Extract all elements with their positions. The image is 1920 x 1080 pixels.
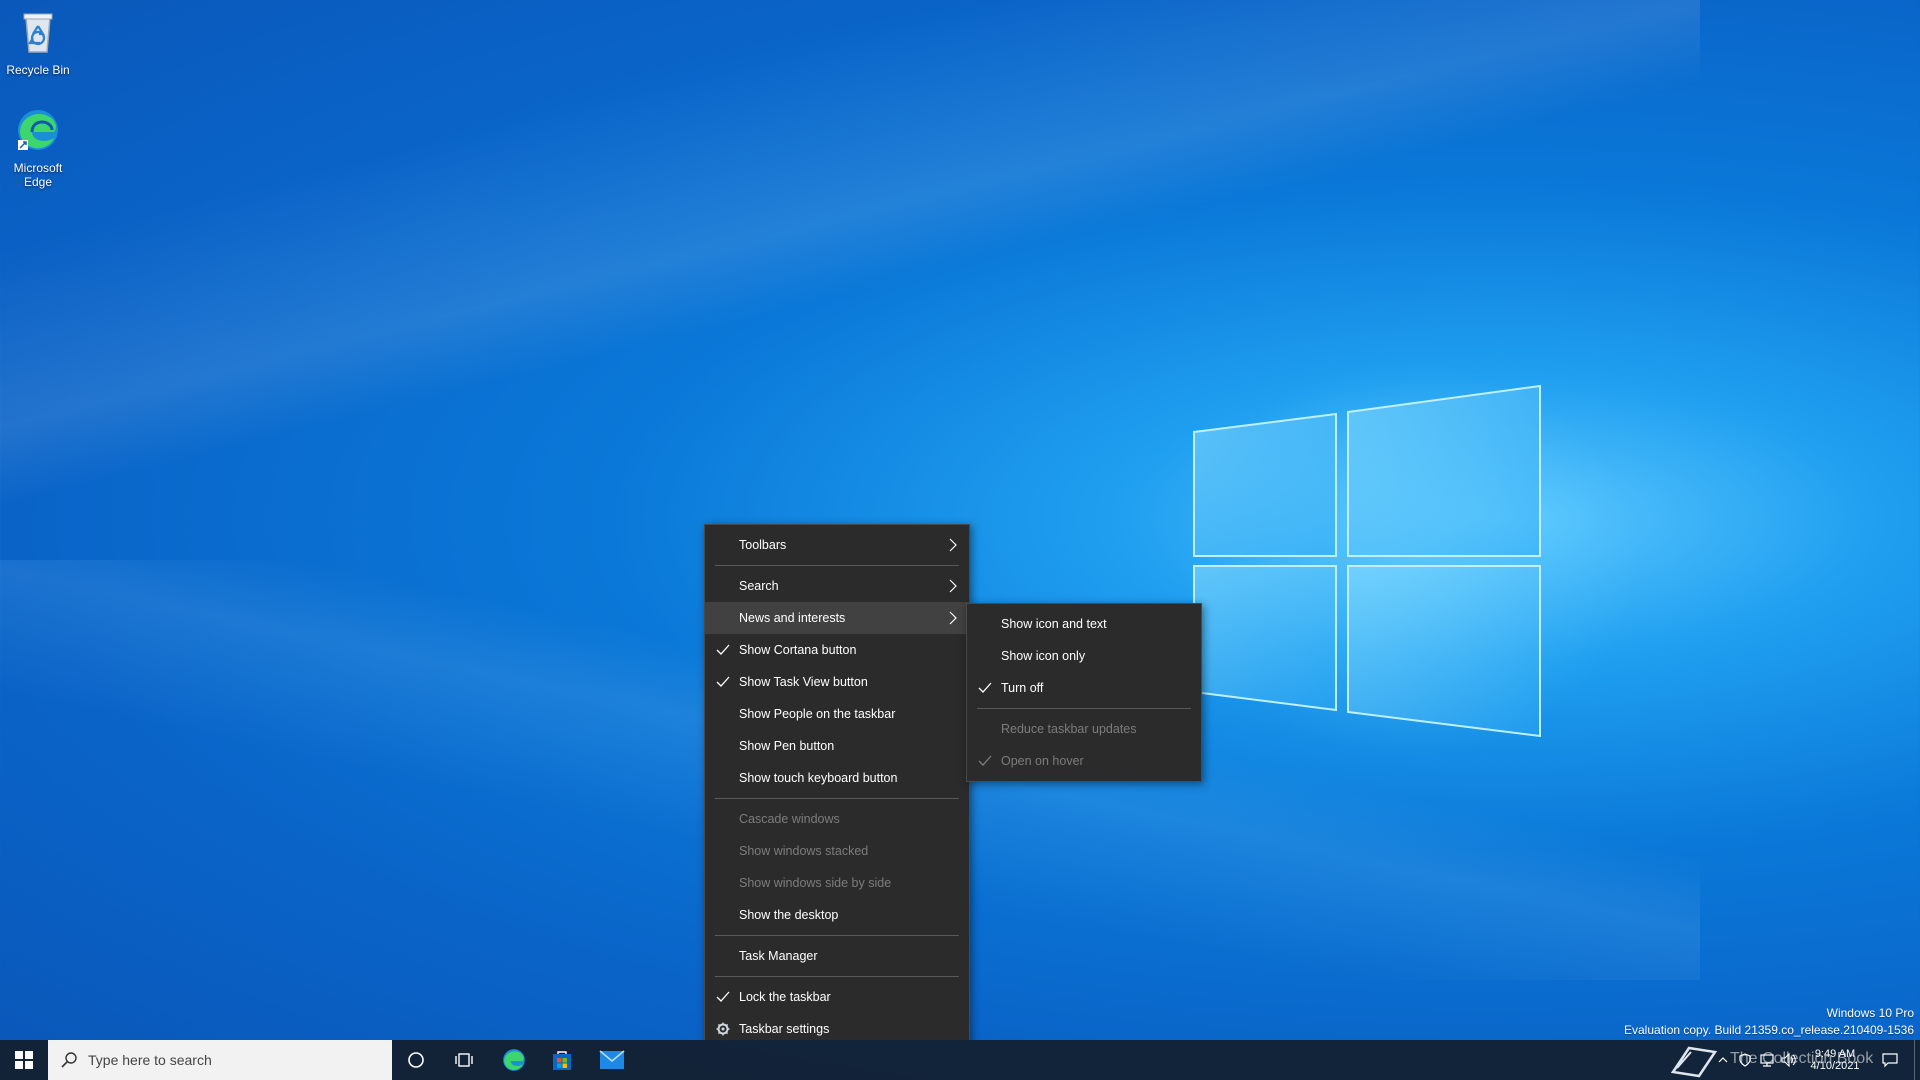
menu-item-cascade-windows: Cascade windows (705, 803, 969, 835)
checkmark-icon (978, 755, 992, 766)
start-button[interactable] (0, 1040, 48, 1080)
mail-icon (599, 1050, 625, 1069)
menu-item-label: Show icon and text (1001, 617, 1107, 631)
menu-separator (977, 708, 1191, 709)
menu-separator (715, 976, 959, 977)
show-desktop-button[interactable] (1914, 1040, 1920, 1080)
desktop-icon-microsoft-edge[interactable]: Microsoft Edge (0, 106, 76, 189)
menu-item-task-manager[interactable]: Task Manager (705, 940, 969, 972)
clock-date: 4/10/2021 (1810, 1060, 1860, 1072)
windows-watermark: Windows 10 Pro Evaluation copy. Build 21… (1624, 1006, 1914, 1037)
desktop-icon-label: Recycle Bin (6, 63, 70, 77)
desktop-icon-recycle-bin[interactable]: Recycle Bin (0, 8, 76, 77)
menu-item-show-windows-side-by-side: Show windows side by side (705, 867, 969, 899)
taskbar-context-menu: Toolbars Search News and interests Show … (704, 524, 970, 1040)
tray-clock[interactable]: 9:49 AM 4/10/2021 (1800, 1040, 1870, 1080)
windows-logo-wallpaper (1193, 384, 1541, 738)
submenu-item-show-icon-only[interactable]: Show icon only (967, 640, 1201, 672)
show-hidden-icons-button[interactable] (1712, 1040, 1734, 1080)
chevron-right-icon (949, 579, 957, 593)
menu-item-label: Cascade windows (739, 812, 840, 826)
menu-item-label: Toolbars (739, 538, 787, 552)
gear-icon (716, 1022, 730, 1036)
taskbar-app-edge[interactable] (490, 1040, 538, 1080)
menu-item-label: Show the desktop (739, 908, 839, 922)
tray-security-button[interactable] (1734, 1040, 1756, 1080)
clock-time: 9:49 AM (1814, 1048, 1856, 1060)
menu-item-taskbar-settings[interactable]: Taskbar settings (705, 1013, 969, 1040)
volume-icon (1781, 1053, 1796, 1067)
watermark-edition: Windows 10 Pro (1826, 1006, 1914, 1020)
shield-icon (1739, 1053, 1751, 1067)
menu-item-show-task-view-button[interactable]: Show Task View button (705, 666, 969, 698)
chevron-up-icon (1718, 1057, 1728, 1063)
menu-item-toolbars[interactable]: Toolbars (705, 529, 969, 561)
menu-item-label: Show People on the taskbar (739, 707, 896, 721)
chevron-right-icon (949, 611, 957, 625)
watermark-build: Evaluation copy. Build 21359.co_release.… (1624, 1023, 1914, 1037)
menu-separator (715, 798, 959, 799)
menu-separator (715, 935, 959, 936)
windows-start-icon (15, 1051, 33, 1069)
task-view-icon (455, 1053, 473, 1067)
menu-item-show-touch-keyboard-button[interactable]: Show touch keyboard button (705, 762, 969, 794)
cortana-icon (408, 1052, 424, 1068)
taskbar[interactable]: Type here to search The Collection Book … (0, 1040, 1920, 1080)
menu-item-news-and-interests[interactable]: News and interests (705, 602, 969, 634)
checkmark-icon (716, 991, 730, 1002)
menu-item-label: Show Cortana button (739, 643, 857, 657)
news-and-interests-submenu: Show icon and text Show icon only Turn o… (966, 603, 1202, 782)
menu-item-show-pen-button[interactable]: Show Pen button (705, 730, 969, 762)
checkmark-icon (716, 676, 730, 687)
checkmark-icon (716, 644, 730, 655)
menu-item-lock-the-taskbar[interactable]: Lock the taskbar (705, 981, 969, 1013)
menu-item-label: Task Manager (739, 949, 818, 963)
submenu-item-turn-off[interactable]: Turn off (967, 672, 1201, 704)
task-view-button[interactable] (440, 1040, 488, 1080)
submenu-item-reduce-taskbar-updates: Reduce taskbar updates (967, 713, 1201, 745)
menu-item-label: Show windows stacked (739, 844, 869, 858)
menu-item-label: Open on hover (1001, 754, 1084, 768)
menu-item-show-people[interactable]: Show People on the taskbar (705, 698, 969, 730)
taskbar-app-mail[interactable] (588, 1040, 636, 1080)
edge-icon (503, 1049, 525, 1071)
menu-item-label: Reduce taskbar updates (1001, 722, 1137, 736)
menu-separator (715, 565, 959, 566)
submenu-item-open-on-hover: Open on hover (967, 745, 1201, 777)
edge-icon (18, 110, 58, 150)
search-placeholder: Type here to search (88, 1052, 212, 1068)
menu-item-label: News and interests (739, 611, 846, 625)
menu-item-label: Lock the taskbar (739, 990, 831, 1004)
cortana-button[interactable] (392, 1040, 440, 1080)
menu-item-label: Show Pen button (739, 739, 835, 753)
chevron-right-icon (949, 538, 957, 552)
recycle-bin-icon (23, 13, 53, 53)
menu-item-show-windows-stacked: Show windows stacked (705, 835, 969, 867)
desktop-icon-label: Microsoft Edge (13, 161, 63, 189)
menu-item-label: Show touch keyboard button (739, 771, 898, 785)
taskbar-search-box[interactable]: Type here to search (48, 1040, 392, 1080)
menu-item-label: Show icon only (1001, 649, 1086, 663)
checkmark-icon (978, 682, 992, 693)
taskbar-app-store[interactable] (538, 1040, 586, 1080)
menu-item-search[interactable]: Search (705, 570, 969, 602)
tray-volume-button[interactable] (1778, 1040, 1800, 1080)
menu-item-label: Search (739, 579, 779, 593)
notification-icon (1882, 1053, 1898, 1068)
search-icon (61, 1052, 77, 1068)
menu-item-label: Turn off (1001, 681, 1044, 695)
menu-item-label: Taskbar settings (739, 1022, 830, 1036)
menu-item-show-cortana-button[interactable]: Show Cortana button (705, 634, 969, 666)
microsoft-store-icon (553, 1051, 571, 1070)
desktop[interactable]: Recycle Bin Microsoft Edge Toolbars Sear… (0, 0, 1920, 1040)
menu-item-label: Show Task View button (739, 675, 868, 689)
submenu-item-show-icon-and-text[interactable]: Show icon and text (967, 608, 1201, 640)
menu-item-label: Show windows side by side (739, 876, 892, 890)
network-icon (1760, 1054, 1774, 1067)
action-center-button[interactable] (1872, 1040, 1908, 1080)
tray-network-button[interactable] (1756, 1040, 1778, 1080)
menu-item-show-the-desktop[interactable]: Show the desktop (705, 899, 969, 931)
